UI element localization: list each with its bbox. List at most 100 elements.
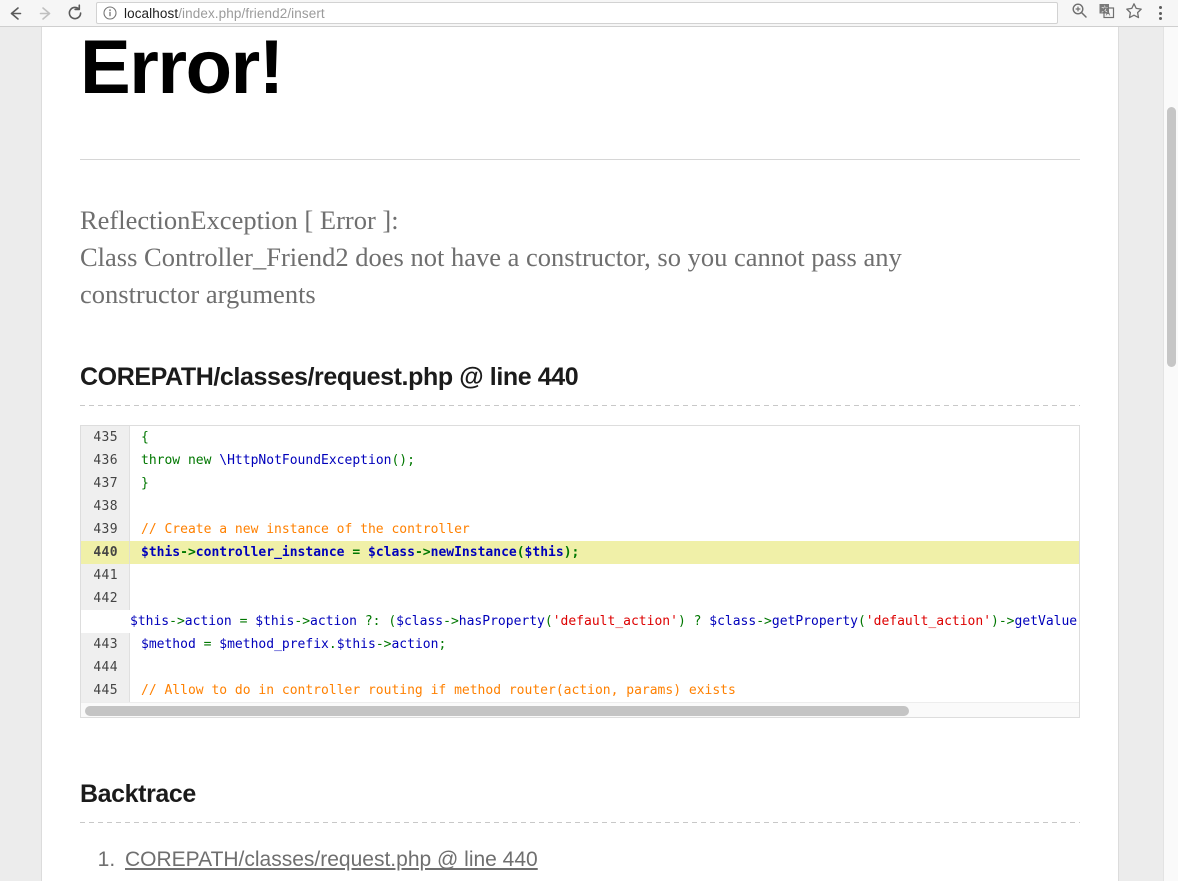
code-line-source	[130, 587, 1079, 610]
code-line: 444	[81, 656, 1079, 680]
page-title: Error!	[80, 27, 284, 110]
code-line-number: 442	[81, 587, 130, 611]
reload-button[interactable]	[60, 0, 90, 26]
page-container: Error! ReflectionException [ Error ]: Cl…	[41, 27, 1119, 881]
forward-button[interactable]	[30, 0, 60, 26]
code-line-source: }	[130, 472, 1079, 495]
page-vertical-scrollbar[interactable]	[1163, 27, 1178, 881]
address-bar[interactable]: localhost/index.php/friend2/insert	[96, 2, 1058, 24]
code-token: newInstance	[430, 545, 517, 561]
code-token: $class	[709, 614, 757, 630]
code-line: 442	[81, 587, 1079, 611]
code-token: action	[310, 614, 358, 630]
code-horizontal-scrollbar[interactable]	[81, 702, 1079, 718]
code-line: 443 $method = $method_prefix.$this->acti…	[81, 633, 1079, 657]
code-line: $this->action = $this->action ?: ($class…	[81, 610, 1079, 633]
code-token: $this	[255, 614, 295, 630]
code-line-source	[130, 656, 1079, 679]
backtrace-item: COREPATH/classes/request.php @ line 440	[121, 845, 1080, 876]
back-arrow-icon	[7, 5, 24, 22]
code-token: $class	[396, 614, 444, 630]
code-token: ->	[443, 614, 459, 630]
code-token: }	[141, 476, 149, 492]
code-token: ?:	[364, 614, 381, 630]
code-line-number: 440	[81, 541, 130, 565]
code-lines: 435 {436 throw new \HttpNotFoundExceptio…	[81, 426, 1079, 703]
code-token: =	[231, 614, 256, 630]
code-line: 440 $this->controller_instance = $class-…	[81, 541, 1079, 565]
code-token: $method	[141, 637, 196, 653]
code-token: =	[344, 545, 368, 561]
page-viewport: Error! ReflectionException [ Error ]: Cl…	[0, 27, 1178, 881]
code-token: $method_prefix	[219, 637, 329, 653]
source-code-block: 435 {436 throw new \HttpNotFoundExceptio…	[80, 425, 1080, 719]
title-divider	[80, 159, 1080, 161]
code-token: ->	[375, 637, 392, 653]
code-token: 'default_action'	[552, 614, 678, 630]
backtrace-heading-divider	[80, 822, 1080, 824]
backtrace-item: DOCROOT/index.php @ line 71	[121, 876, 1080, 881]
code-line-source: // Create a new instance of the controll…	[130, 518, 1079, 541]
code-line: 436 throw new \HttpNotFoundException();	[81, 449, 1079, 473]
translate-button[interactable]: 文A	[1093, 0, 1120, 26]
code-token: $class	[368, 545, 415, 561]
code-line-number: 439	[81, 518, 130, 542]
back-button[interactable]	[0, 0, 30, 26]
code-line-number: 445	[81, 679, 130, 703]
code-token: getProperty	[771, 614, 858, 630]
backtrace-link[interactable]: COREPATH/classes/request.php @ line 440	[125, 848, 538, 871]
code-token: $this	[130, 614, 170, 630]
svg-text:A: A	[1106, 11, 1111, 18]
code-token: );	[563, 545, 580, 561]
url-text: localhost/index.php/friend2/insert	[124, 6, 325, 21]
info-circle-icon[interactable]	[103, 6, 117, 20]
page-scrollbar-thumb[interactable]	[1167, 107, 1176, 367]
code-token: (	[380, 614, 397, 630]
code-token: throw	[141, 453, 181, 469]
code-token: )	[677, 614, 694, 630]
backtrace-list: COREPATH/classes/request.php @ line 440 D…	[80, 845, 1080, 881]
code-line: 435 {	[81, 426, 1079, 450]
code-token: (	[544, 614, 553, 630]
code-token: (	[516, 545, 525, 561]
code-scrollbar-thumb[interactable]	[85, 706, 909, 717]
code-line-source	[130, 564, 1079, 587]
code-line-source: throw new \HttpNotFoundException();	[130, 449, 1079, 472]
code-token: ->	[756, 614, 772, 630]
exception-detail-line-2: constructor arguments	[80, 279, 316, 310]
code-token: // Allow to do in controller routing if …	[141, 683, 736, 699]
translate-icon: 文A	[1098, 2, 1115, 24]
code-line-source: $this->action = $this->action ?: ($class…	[130, 610, 1079, 633]
code-line-number: 436	[81, 449, 130, 473]
code-line-source: $this->controller_instance = $class->new…	[130, 541, 1079, 564]
code-line-number: 443	[81, 633, 130, 657]
code-token: (	[1077, 614, 1079, 629]
code-line-number: 435	[81, 426, 130, 450]
code-line: 439 // Create a new instance of the cont…	[81, 518, 1079, 542]
code-token: )	[991, 614, 999, 630]
code-line: 438	[81, 495, 1079, 519]
code-line: 445 // Allow to do in controller routing…	[81, 679, 1079, 703]
reload-icon	[66, 4, 84, 22]
code-token: hasProperty	[458, 614, 545, 630]
code-token: .	[328, 637, 337, 653]
code-token: $this	[141, 545, 181, 561]
three-dots-menu-icon	[1159, 6, 1162, 20]
exception-message: ReflectionException [ Error ]: Class Con…	[80, 202, 1040, 313]
code-line-source: {	[130, 426, 1079, 449]
code-line-number: 438	[81, 495, 130, 519]
zoom-button[interactable]	[1066, 0, 1093, 26]
code-token: $this	[336, 637, 376, 653]
source-file-heading: COREPATH/classes/request.php @ line 440	[80, 363, 579, 392]
code-token: ->	[180, 545, 196, 561]
code-token: ->	[414, 545, 431, 561]
bookmark-button[interactable]	[1120, 0, 1147, 26]
url-path: /index.php/friend2/insert	[178, 5, 325, 21]
code-line-number: 441	[81, 564, 130, 588]
code-token: ->	[998, 614, 1015, 630]
code-token: {	[141, 430, 149, 446]
forward-arrow-icon	[37, 5, 54, 22]
browser-menu-button[interactable]	[1147, 0, 1174, 26]
